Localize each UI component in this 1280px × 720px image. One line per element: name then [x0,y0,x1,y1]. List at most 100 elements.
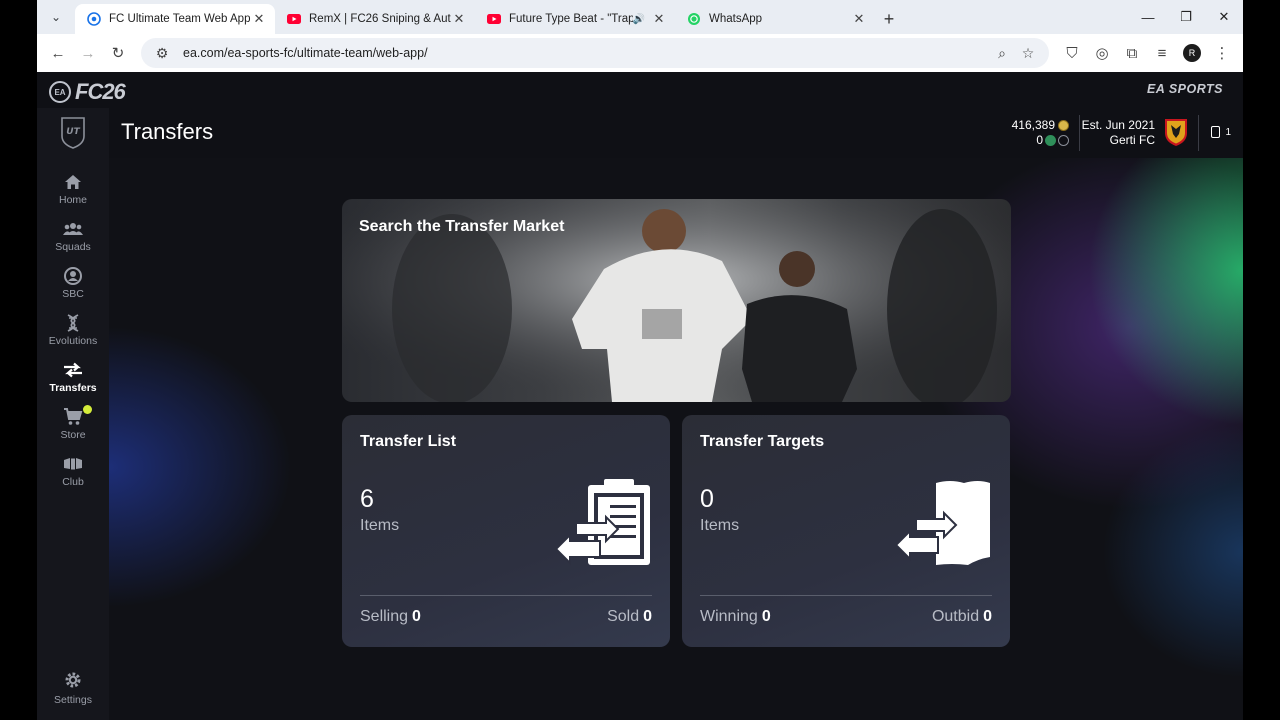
tab-remx[interactable]: RemX | FC26 Sniping & AutoList ✕ [275,4,475,34]
tab-bar: ⌄ FC Ultimate Team Web App - EA ✕ RemX |… [37,0,1243,34]
zoom-icon[interactable]: ⌕ [989,45,1015,62]
club-crest-icon[interactable] [1163,117,1189,147]
stat-label: Winning [700,608,758,625]
ea-logo-icon: EA [49,81,71,103]
media-control-icon[interactable]: ≡ [1147,38,1177,68]
nav-label: SBC [62,288,84,300]
nav-club[interactable]: Club [37,448,109,495]
stat-value: 0 [983,608,992,625]
sidebar: UT Home Squads SBC Evolutions Transfers … [37,108,109,720]
squads-icon [63,220,83,238]
restore-icon[interactable]: ❐ [1167,0,1205,34]
target-extension-icon[interactable]: ◎ [1087,38,1117,68]
target-card-transfer-icon [894,481,990,565]
close-window-icon[interactable]: ✕ [1205,0,1243,34]
forward-icon[interactable]: → [73,38,103,68]
notifications-button[interactable]: 1 [1211,126,1231,138]
transfers-hub: Search the Transfer Market Transfer List… [109,158,1243,720]
chrome-tab-icon [87,12,101,26]
nav-home[interactable]: Home [37,166,109,213]
card-notification-icon [1211,126,1221,138]
ut-badge-icon: UT [61,117,85,149]
points-value: 0 [1036,133,1043,147]
item-unit: Items [360,517,400,534]
page-title: Transfers [121,119,214,144]
club-info[interactable]: Est. Jun 2021 Gerti FC [1082,118,1155,148]
app-top-bar: EA FC26 EA SPORTS [37,72,1243,108]
nav-store[interactable]: Store [37,401,109,448]
nav-label: Store [60,429,86,441]
store-notification-badge [83,405,92,414]
close-tab-icon[interactable]: ✕ [451,11,467,27]
stat-value: 0 [761,608,771,625]
minimize-icon[interactable]: — [1129,0,1167,34]
url-text[interactable]: ea.com/ea-sports-fc/ultimate-team/web-ap… [183,46,989,60]
outbid-stat: Outbid 0 [932,608,992,626]
card-title: Transfer Targets [700,433,825,450]
extensions-puzzle-icon[interactable]: ⧉ [1117,38,1147,68]
close-tab-icon[interactable]: ✕ [651,11,667,27]
nav-evolutions[interactable]: Evolutions [37,307,109,354]
search-transfer-market-tile[interactable]: Search the Transfer Market [342,199,1011,402]
youtube-icon [287,12,301,26]
profile-avatar[interactable]: R [1183,44,1201,62]
tab-title: Future Type Beat - "Trap Go [509,13,633,25]
nav-label: Evolutions [48,335,98,347]
coins-value: 416,389 [1011,118,1055,132]
main-nav: Home Squads SBC Evolutions Transfers Sto… [37,166,109,495]
transfer-targets-tile[interactable]: Transfer Targets 0 Items Winning 0 Outbid… [682,415,1010,647]
site-info-icon[interactable]: ⚙ [149,45,175,62]
window-controls: — ❐ ✕ [1129,0,1243,34]
club-established: Est. Jun 2021 [1081,118,1155,132]
tab-search-icon[interactable]: ⌄ [43,4,69,30]
extensions-area: ⛉ ◎ ⧉ ≡ R ⋮ [1057,38,1237,68]
nav-label: Transfers [49,382,97,394]
tab-whatsapp[interactable]: WhatsApp ✕ [675,4,875,34]
header-divider [1079,115,1080,151]
ea-sports-logo: EA SPORTS [1146,82,1223,96]
winning-stat: Winning 0 [700,608,771,626]
fc26-logo: EA FC26 [49,79,126,105]
browser-toolbar: ← → ↻ ⚙ ea.com/ea-sports-fc/ultimate-tea… [37,34,1243,72]
fc-web-app: EA FC26 EA SPORTS UT Home Squads SBC Evo… [37,72,1243,720]
new-tab-icon[interactable]: + [875,5,903,33]
sold-stat: Sold 0 [607,608,652,626]
selling-stat: Selling 0 [360,608,421,626]
card-divider [700,595,992,596]
bookmark-star-icon[interactable]: ☆ [1015,45,1041,62]
reload-icon[interactable]: ↻ [103,38,133,68]
stat-label: Outbid [931,608,980,625]
stat-label: Selling [360,608,409,625]
shield-extension-icon[interactable]: ⛉ [1057,38,1087,68]
notification-count: 1 [1225,126,1231,138]
club-icon [63,455,83,473]
nav-squads[interactable]: Squads [37,213,109,260]
browser-window: ⌄ FC Ultimate Team Web App - EA ✕ RemX |… [37,0,1243,720]
close-tab-icon[interactable]: ✕ [851,11,867,27]
close-tab-icon[interactable]: ✕ [251,11,267,27]
back-icon[interactable]: ← [43,38,73,68]
page-header: Transfers 416,389 0 Est. Jun 2021 Gerti … [109,108,1243,158]
add-points-icon[interactable] [1058,135,1069,147]
tab-fc-web-app[interactable]: FC Ultimate Team Web App - EA ✕ [75,4,275,34]
nav-sbc[interactable]: SBC [37,260,109,307]
stat-value: 0 [412,608,421,625]
tab-title: WhatsApp [709,13,763,25]
address-bar[interactable]: ⚙ ea.com/ea-sports-fc/ultimate-team/web-… [141,38,1049,68]
whatsapp-icon [687,12,701,26]
nav-transfers[interactable]: Transfers [37,354,109,401]
fc26-wordmark: FC26 [75,79,126,104]
transfer-list-tile[interactable]: Transfer List 6 Items Selling 0 Sold 0 [342,415,670,647]
nav-label: Squads [55,241,91,253]
item-count: 0 [700,485,714,513]
menu-kebab-icon[interactable]: ⋮ [1207,38,1237,68]
item-count: 6 [360,485,374,513]
speaker-icon[interactable]: 🔊 [633,14,645,25]
nav-settings[interactable]: Settings [37,671,109,706]
nav-label: Club [62,476,84,488]
nav-label: Home [58,194,87,206]
header-divider [1198,115,1199,151]
clipboard-transfer-icon [554,479,650,566]
tab-future-type-beat[interactable]: Future Type Beat - "Trap Go 🔊 ✕ [475,4,675,34]
stat-label: Sold [607,608,640,625]
